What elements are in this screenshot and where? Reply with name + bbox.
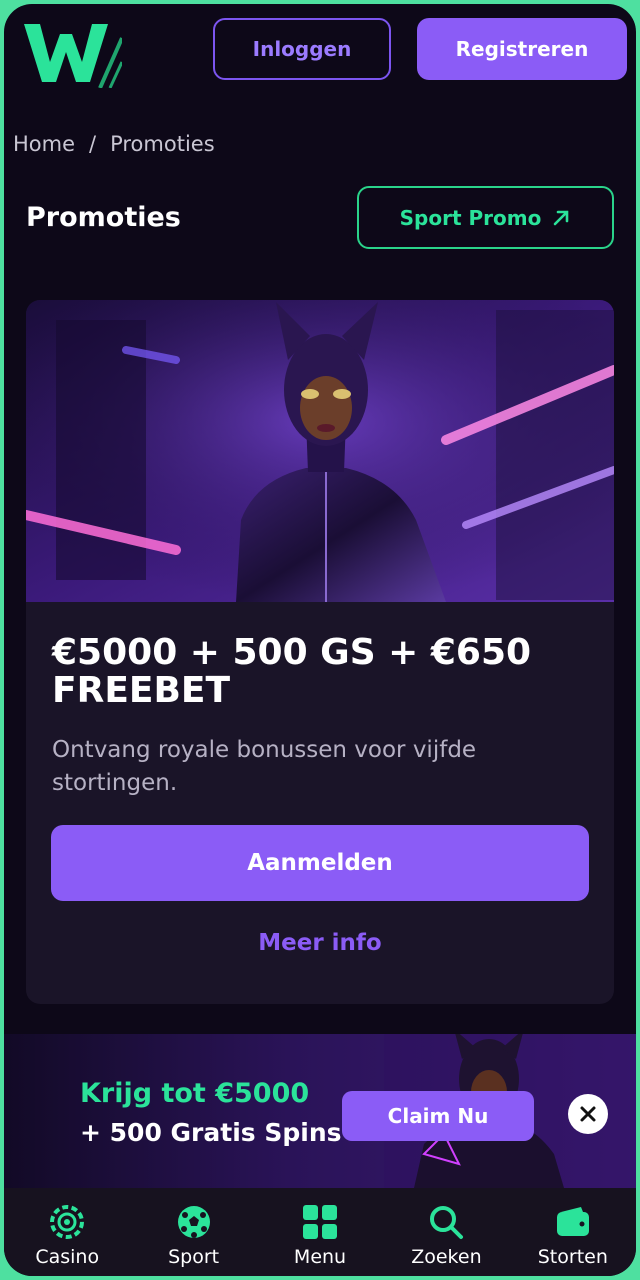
nav-item-casino[interactable]: Casino: [4, 1188, 130, 1276]
nav-item-menu[interactable]: Menu: [257, 1188, 383, 1276]
app-frame: Inloggen Registreren Home / Promoties Pr…: [4, 4, 636, 1276]
nav-label-search: Zoeken: [411, 1246, 482, 1268]
nav-item-sport[interactable]: Sport: [130, 1188, 256, 1276]
breadcrumb-current: Promoties: [110, 132, 215, 156]
banner-headline: Krijg tot €5000: [80, 1078, 310, 1109]
search-icon: [430, 1206, 464, 1239]
more-info-link[interactable]: Meer info: [26, 930, 614, 956]
breadcrumb-home-link[interactable]: Home: [13, 132, 75, 156]
close-icon: [580, 1106, 596, 1122]
sport-promo-button[interactable]: Sport Promo: [357, 186, 614, 249]
sport-promo-label: Sport Promo: [399, 205, 542, 230]
login-button[interactable]: Inloggen: [213, 18, 391, 80]
page-title: Promoties: [26, 202, 181, 233]
signup-button[interactable]: Aanmelden: [51, 825, 589, 901]
promo-card: €5000 + 500 GS + €650 FREEBET Ontvang ro…: [26, 300, 614, 1004]
casino-chip-icon: [50, 1205, 85, 1239]
nav-label-deposit: Storten: [537, 1246, 608, 1268]
promo-title: €5000 + 500 GS + €650 FREEBET: [52, 632, 532, 711]
nav-label-menu: Menu: [293, 1246, 347, 1268]
nav-label-sport: Sport: [168, 1246, 220, 1268]
banner-subline: + 500 Gratis Spins: [80, 1118, 342, 1147]
promo-description: Ontvang royale bonussen voor vijfde stor…: [52, 737, 477, 796]
breadcrumb-separator: /: [89, 132, 97, 156]
claim-now-button[interactable]: Claim Nu: [342, 1091, 534, 1141]
wallet-icon: [556, 1207, 589, 1236]
brand-logo[interactable]: [22, 18, 122, 88]
close-banner-button[interactable]: [568, 1094, 608, 1134]
nav-item-deposit[interactable]: Storten: [510, 1188, 636, 1276]
register-button[interactable]: Registreren: [417, 18, 627, 80]
bottom-navigation: Casino Sport Menu Zoeken Storten: [4, 1188, 636, 1276]
promo-banner[interactable]: Krijg tot €5000 + 500 Gratis Spins Claim…: [4, 1034, 636, 1188]
promo-image: [26, 300, 614, 602]
grid-menu-icon: [303, 1205, 338, 1239]
breadcrumb: Home / Promoties: [13, 132, 215, 156]
arrow-up-right-icon: [554, 210, 569, 225]
soccer-ball-icon: [177, 1206, 210, 1238]
nav-item-search[interactable]: Zoeken: [383, 1188, 509, 1276]
nav-label-casino: Casino: [35, 1246, 100, 1268]
